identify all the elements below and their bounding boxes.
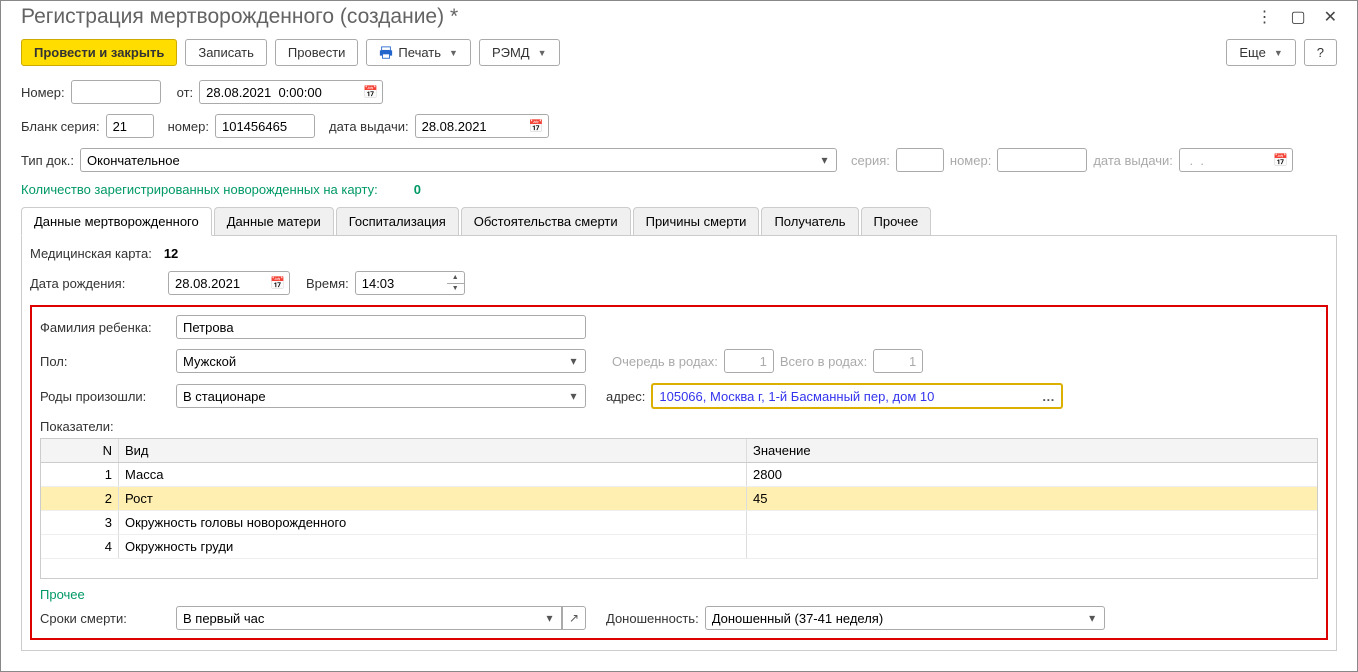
calendar-icon[interactable]: 📅 [266,271,290,295]
col-header-n: N [41,439,119,462]
chevron-down-icon[interactable]: ▾ [538,606,562,630]
indicators-table[interactable]: N Вид Значение 1 Масса 2800 2 Рост 45 3 … [40,438,1318,579]
cell-n: 3 [41,511,119,534]
record-button[interactable]: Записать [185,39,267,66]
tab-stillborn-data[interactable]: Данные мертворожденного [21,207,212,236]
medcard-label: Медицинская карта: [30,246,152,261]
close-icon[interactable]: ✕ [1324,7,1337,27]
term-label: Доношенность: [606,611,699,626]
tab-death-causes[interactable]: Причины смерти [633,207,760,236]
table-row[interactable]: 3 Окружность головы новорожденного [41,511,1317,535]
series2-input [896,148,944,172]
tab-death-circumstances[interactable]: Обстоятельства смерти [461,207,631,236]
from-date-input[interactable] [199,80,359,104]
cell-type: Окружность головы новорожденного [119,511,747,534]
tab-bar: Данные мертворожденного Данные матери Го… [21,207,1337,236]
table-row[interactable]: 1 Масса 2800 [41,463,1317,487]
table-row[interactable]: 2 Рост 45 [41,487,1317,511]
other-section-label: Прочее [40,587,85,602]
issue-date-label: дата выдачи: [329,119,409,134]
surname-input[interactable] [176,315,586,339]
more-label: Еще [1239,45,1265,60]
cell-value [747,535,1317,558]
more-button[interactable]: Еще▼ [1226,39,1295,66]
calendar-icon[interactable]: 📅 [525,114,549,138]
queue-label: Очередь в родах: [612,354,718,369]
number-label: Номер: [21,85,65,100]
birthplace-input[interactable] [176,384,562,408]
time-label: Время: [306,276,349,291]
indicators-label: Показатели: [40,419,114,434]
cell-type: Окружность груди [119,535,747,558]
remd-label: РЭМД [492,45,530,60]
from-label: от: [177,85,194,100]
death-time-label: Сроки смерти: [40,611,170,626]
number2-label: номер: [950,153,991,168]
surname-label: Фамилия ребенка: [40,320,170,335]
time-spinner[interactable]: ▲▼ [447,271,465,295]
address-input[interactable] [651,383,1035,409]
issue-date-input[interactable] [415,114,525,138]
birthdate-label: Дата рождения: [30,276,162,291]
page-title: Регистрация мертворожденного (создание) … [21,5,458,29]
tab-recipient[interactable]: Получатель [761,207,858,236]
medcard-value: 12 [164,246,178,261]
post-and-close-button[interactable]: Провести и закрыть [21,39,177,66]
number-input[interactable] [71,80,161,104]
print-button[interactable]: Печать▼ [366,39,471,66]
tab-other[interactable]: Прочее [861,207,932,236]
calendar-icon: 📅 [1269,148,1293,172]
calendar-icon[interactable]: 📅 [359,80,383,104]
cell-type: Рост [119,487,747,510]
blank-number-label: номер: [168,119,209,134]
cell-n: 1 [41,463,119,486]
chevron-down-icon[interactable]: ▾ [1081,606,1105,630]
tab-hospitalization[interactable]: Госпитализация [336,207,459,236]
issue-date2-label: дата выдачи: [1093,153,1173,168]
queue-input [724,349,774,373]
tab-mother-data[interactable]: Данные матери [214,207,334,236]
table-row[interactable]: 4 Окружность груди [41,535,1317,559]
col-header-value: Значение [747,439,1317,462]
blank-number-input[interactable] [215,114,315,138]
total-input [873,349,923,373]
cell-value: 2800 [747,463,1317,486]
chevron-down-icon[interactable]: ▾ [562,384,586,408]
issue-date2-input [1179,148,1269,172]
post-button[interactable]: Провести [275,39,359,66]
cell-n: 4 [41,535,119,558]
help-button[interactable]: ? [1304,39,1337,66]
cell-value: 45 [747,487,1317,510]
blank-series-label: Бланк серия: [21,119,100,134]
printer-icon [379,46,393,60]
term-input[interactable] [705,606,1081,630]
doctype-input[interactable] [80,148,813,172]
remd-button[interactable]: РЭМД▼ [479,39,560,66]
col-header-type: Вид [119,439,747,462]
gender-input[interactable] [176,349,562,373]
address-label: адрес: [606,389,645,404]
chevron-down-icon[interactable]: ▾ [813,148,837,172]
maximize-icon[interactable]: ▢ [1290,7,1305,27]
number2-input [997,148,1087,172]
series2-label: серия: [851,153,890,168]
open-icon[interactable]: ↗ [562,606,586,630]
kebab-menu-icon[interactable]: ⋮ [1256,7,1272,27]
time-input[interactable] [355,271,447,295]
print-label: Печать [398,45,441,60]
death-time-input[interactable] [176,606,538,630]
cell-type: Масса [119,463,747,486]
gender-label: Пол: [40,354,170,369]
count-newborn-label: Количество зарегистрированных новорожден… [21,182,378,197]
count-newborn-value: 0 [414,182,421,197]
cell-value [747,511,1317,534]
birthdate-input[interactable] [168,271,266,295]
blank-series-input[interactable] [106,114,154,138]
cell-n: 2 [41,487,119,510]
chevron-down-icon[interactable]: ▾ [562,349,586,373]
total-label: Всего в родах: [780,354,867,369]
address-picker-button[interactable]: … [1035,383,1063,409]
birthplace-label: Роды произошли: [40,389,170,404]
doctype-label: Тип док.: [21,153,74,168]
